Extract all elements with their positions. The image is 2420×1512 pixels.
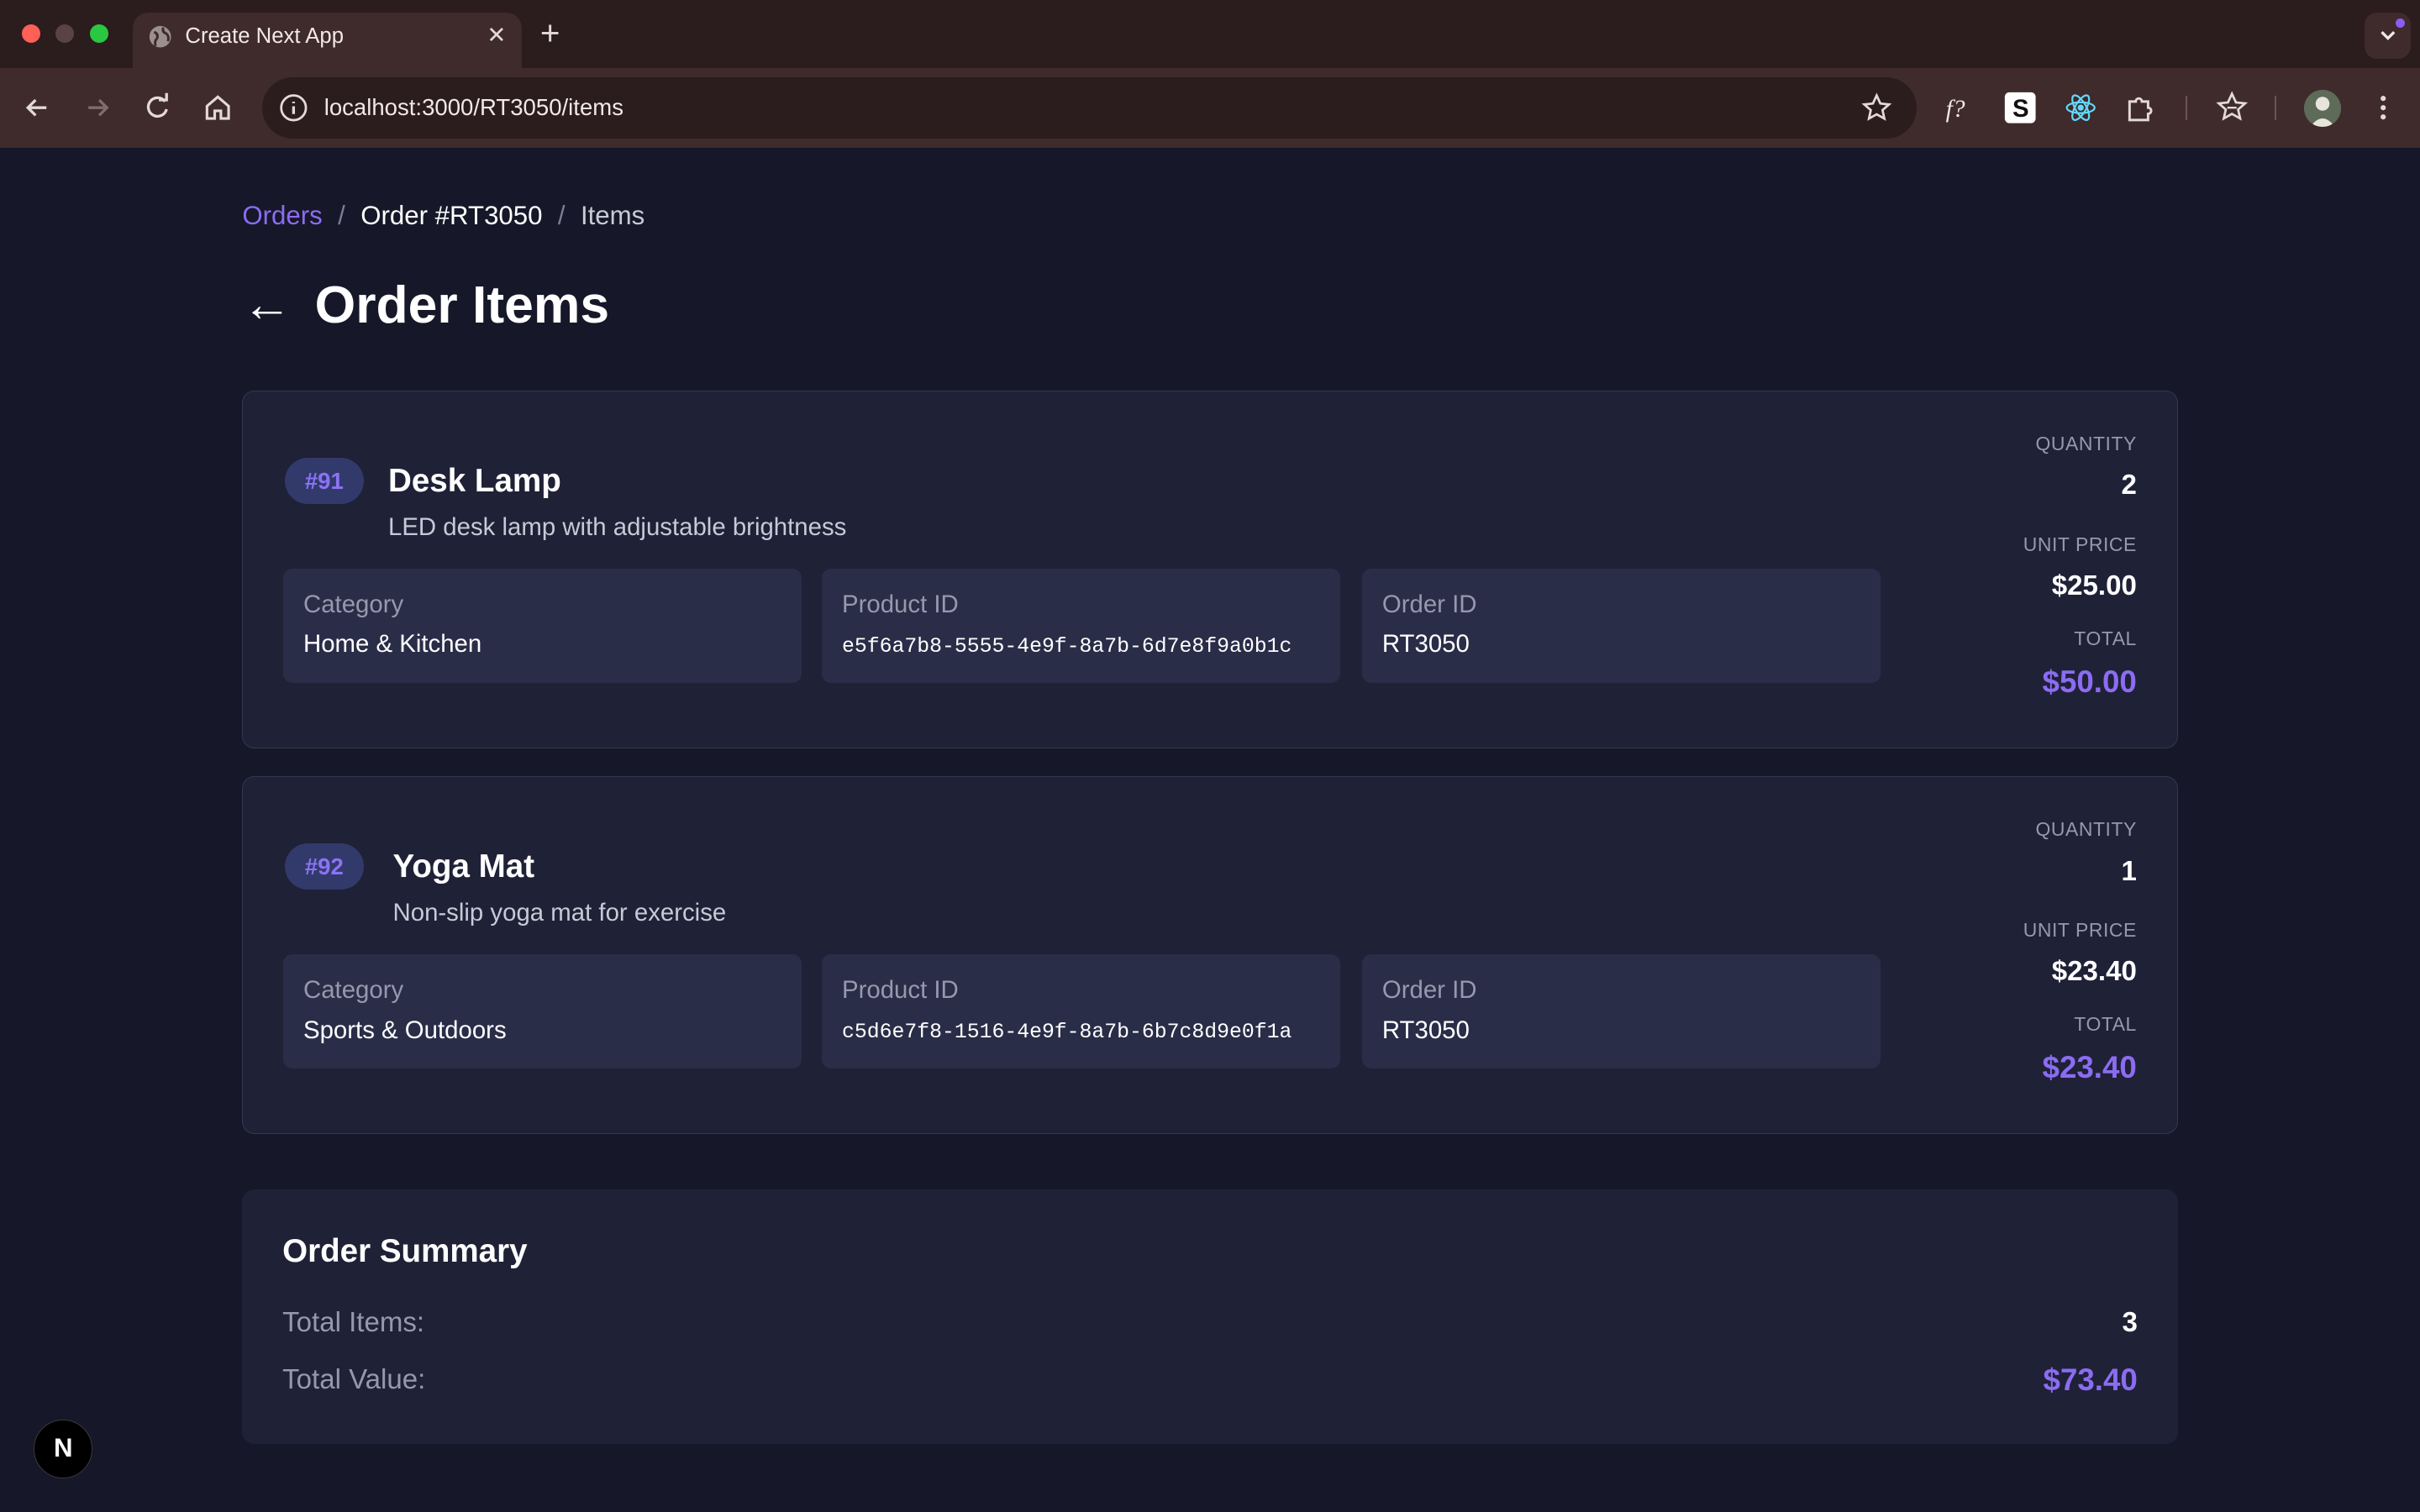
order-id-field: Order ID RT3050 [1361, 568, 1881, 683]
product-id-field: Product ID c5d6e7f8-1516-4e9f-8a7b-6b7c8… [822, 954, 1341, 1068]
chevron-down-icon [2380, 31, 2395, 41]
category-value: Home & Kitchen [302, 630, 482, 659]
address-bar[interactable]: localhost:3000/RT3050/items [262, 76, 1918, 139]
tab-search-button[interactable] [2364, 12, 2411, 59]
bookmarks-star-icon[interactable] [2215, 91, 2249, 124]
breadcrumb-order[interactable]: Order #RT3050 [360, 201, 542, 230]
back-icon[interactable] [20, 91, 54, 124]
total-value: $50.00 [2042, 664, 2137, 699]
profile-avatar-icon [2304, 89, 2342, 127]
unit-price-value: $25.00 [2051, 570, 2137, 601]
breadcrumb: Orders / Order #RT3050 / Items [242, 201, 644, 231]
product-id-label: Product ID [842, 590, 959, 618]
order-item-card: #92 Yoga Mat Non-slip yoga mat for exerc… [242, 775, 2178, 1134]
quantity-label: QUANTITY [2035, 433, 2137, 455]
category-field: Category Home & Kitchen [283, 568, 802, 683]
product-id-value: e5f6a7b8-5555-4e9f-8a7b-6d7e8f9a0b1c [842, 634, 1292, 659]
tab-title: Create Next App [185, 24, 344, 49]
category-label: Category [302, 975, 404, 1004]
category-label: Category [302, 590, 404, 618]
page-content: Orders / Order #RT3050 / Items ← Order Items… [0, 148, 2420, 1512]
breadcrumb-items: Items [580, 200, 645, 230]
total-label: TOTAL [2074, 1012, 2137, 1035]
order-summary: Order Summary Total Items: 3 Total Value… [242, 1189, 2178, 1445]
breadcrumb-orders-link[interactable]: Orders [242, 201, 322, 230]
svg-text:f?: f? [1946, 97, 1965, 123]
order-id-value: RT3050 [1381, 630, 1470, 659]
notification-dot [2395, 18, 2405, 29]
profile-avatar[interactable] [2304, 89, 2342, 127]
new-tab-button[interactable]: + [540, 13, 560, 51]
reload-icon[interactable] [140, 91, 174, 124]
item-number-badge: #91 [284, 457, 364, 504]
globe-icon [150, 26, 171, 48]
order-id-value: RT3050 [1381, 1016, 1470, 1044]
browser-toolbar: localhost:3000/RT3050/items f? S [0, 67, 2420, 149]
forward-icon[interactable] [81, 91, 114, 124]
close-window-button[interactable] [21, 24, 40, 44]
breadcrumb-separator: / [557, 200, 566, 230]
minimize-window-button[interactable] [55, 24, 75, 44]
item-name: Desk Lamp [388, 462, 561, 499]
total-items-label: Total Items: [282, 1306, 425, 1338]
product-id-label: Product ID [842, 975, 959, 1004]
nextjs-devtools-button[interactable]: N [34, 1419, 93, 1478]
toolbar-divider [2185, 95, 2187, 121]
product-id-field: Product ID e5f6a7b8-5555-4e9f-8a7b-6d7e8… [822, 568, 1341, 683]
total-label: TOTAL [2074, 627, 2137, 649]
react-devtools-icon[interactable] [2064, 91, 2097, 124]
puzzle-extensions-icon[interactable] [2123, 91, 2157, 124]
toolbar-divider [2275, 95, 2277, 121]
total-value-label: Total Value: [282, 1363, 426, 1395]
total-value: $23.40 [2042, 1049, 2137, 1084]
unit-price-label: UNIT PRICE [2023, 918, 2137, 941]
quantity-value: 2 [2121, 470, 2137, 501]
site-info-icon[interactable] [278, 92, 309, 123]
formula-extension-icon[interactable]: f? [1943, 91, 1976, 124]
total-items-value: 3 [2122, 1306, 2138, 1338]
back-arrow-icon[interactable]: ← [242, 271, 292, 339]
kebab-menu-icon[interactable] [2366, 91, 2400, 124]
order-id-field: Order ID RT3050 [1361, 954, 1881, 1068]
order-id-label: Order ID [1381, 975, 1477, 1004]
product-id-value: c5d6e7f8-1516-4e9f-8a7b-6b7c8d9e0f1a [842, 1021, 1292, 1045]
breadcrumb-separator: / [338, 200, 345, 230]
browser-tab-bar: Create Next App ✕ + [0, 0, 2420, 68]
unit-price-value: $23.40 [2051, 955, 2137, 987]
order-item-card: #91 Desk Lamp LED desk lamp with adjusta… [242, 390, 2178, 748]
item-number-badge: #92 [284, 843, 364, 890]
maximize-window-button[interactable] [89, 24, 108, 44]
svg-text:S: S [2012, 96, 2029, 123]
unit-price-label: UNIT PRICE [2023, 533, 2137, 555]
item-description: LED desk lamp with adjustable brightness [388, 512, 847, 541]
category-field: Category Sports & Outdoors [283, 954, 802, 1068]
quantity-label: QUANTITY [2035, 818, 2137, 841]
home-icon[interactable] [201, 91, 234, 124]
quantity-value: 1 [2121, 855, 2137, 887]
category-value: Sports & Outdoors [302, 1016, 507, 1044]
page-title: Order Items [314, 276, 610, 335]
total-value-amount: $73.40 [2043, 1362, 2138, 1397]
item-description: Non-slip yoga mat for exercise [392, 898, 727, 927]
order-id-label: Order ID [1381, 590, 1477, 618]
browser-tab[interactable]: Create Next App ✕ [132, 12, 522, 68]
item-name: Yoga Mat [392, 848, 535, 885]
bookmark-star-icon[interactable] [1861, 92, 1892, 123]
url-text[interactable]: localhost:3000/RT3050/items [324, 94, 623, 121]
close-tab-icon[interactable]: ✕ [487, 22, 506, 49]
summary-title: Order Summary [282, 1232, 528, 1269]
s-extension-icon[interactable]: S [2003, 91, 2037, 124]
